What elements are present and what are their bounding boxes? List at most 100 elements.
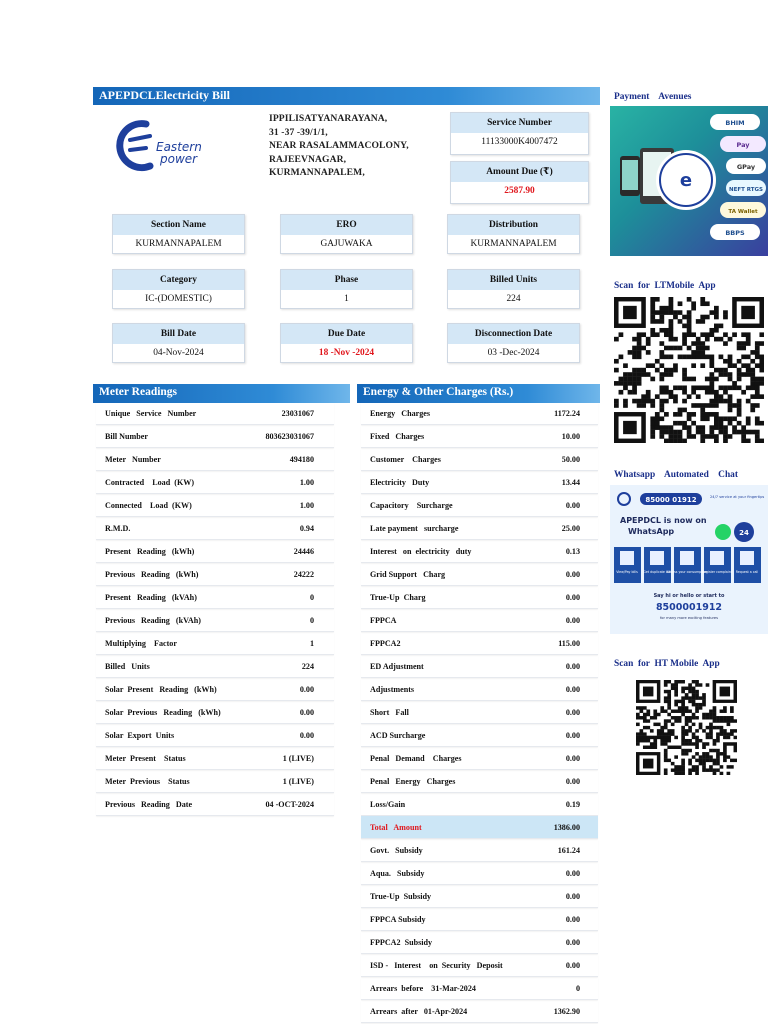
due-date-box: Due Date 18 -Nov -2024 — [280, 323, 413, 363]
wa-headline-2: WhatsApp — [628, 527, 674, 536]
meter-readings-table: Unique Service Number 23031067 Bill Number… — [96, 402, 334, 816]
table-row: Bill Number 803623031067 — [96, 425, 334, 448]
table-row: True-Up Subsidy 0.00 — [361, 885, 598, 908]
amount-due-value: 2587.90 — [504, 186, 535, 196]
table-row: Interest on electricity duty 0.13 — [361, 540, 598, 563]
table-row: Solar Previous Reading (kWh) 0.00 — [96, 701, 334, 724]
row-label: Solar Export Units — [105, 731, 175, 740]
row-label: Present Reading (kVAh) — [105, 593, 197, 602]
phase-box: Phase 1 — [280, 269, 413, 309]
row-label: Late payment surcharge — [370, 524, 459, 533]
box-value: 04-Nov-2024 — [153, 348, 204, 358]
row-label: Contracted Load (KW) — [105, 478, 195, 487]
row-label: Billed Units — [105, 662, 150, 671]
address-line: KURMANNAPALEM, — [269, 167, 365, 178]
table-row: Electricity Duty 13.44 — [361, 471, 598, 494]
row-value: 0.19 — [565, 800, 580, 809]
lt-app-label: Scan for LTMobile App — [614, 281, 716, 291]
table-row: Solar Export Units 0.00 — [96, 724, 334, 747]
whatsapp-chat-banner[interactable]: 85000 01912 24/7 service at your fingert… — [610, 485, 768, 634]
table-row: Meter Present Status 1 (LIVE) — [96, 747, 334, 770]
consumer-address: IPPILISATYANARAYANA, 31 -37 -39/1/1, NEA… — [269, 112, 444, 180]
table-row: FPPCA 0.00 — [361, 609, 598, 632]
chip-bbps: BBPS — [725, 229, 745, 237]
box-label: Section Name — [113, 215, 244, 235]
box-label: Distribution — [448, 215, 579, 235]
row-value: 115.00 — [558, 639, 580, 648]
table-row: Penal Demand Charges 0.00 — [361, 747, 598, 770]
row-label: FPPCA2 Subsidy — [370, 938, 433, 947]
address-line: RAJEEVNAGAR, — [269, 153, 347, 165]
chip-bhim: BHIM — [725, 119, 744, 127]
row-value: 0.00 — [565, 708, 580, 717]
wa-say-hi: Say hi or hello or start to — [654, 593, 725, 599]
address-line: 31 -37 -39/1/1, — [269, 126, 328, 138]
table-row: Contracted Load (KW) 1.00 — [96, 471, 334, 494]
row-label: Meter Present Status — [105, 754, 186, 763]
row-label: Capacitory Surcharge — [370, 501, 453, 510]
row-value: 0.00 — [565, 961, 580, 970]
table-row: Capacitory Surcharge 0.00 — [361, 494, 598, 517]
svg-text:e: e — [680, 170, 692, 191]
row-label: ACD Surcharge — [370, 731, 426, 740]
row-value: 24446 — [293, 547, 314, 556]
table-row: Solar Present Reading (kWh) 0.00 — [96, 678, 334, 701]
row-label: Previous Reading (kVAh) — [105, 616, 201, 625]
meter-readings-header: Meter Readings — [93, 384, 350, 403]
row-label: ISD - Interest on Security Deposit — [370, 961, 503, 970]
row-value: 0.00 — [565, 685, 580, 694]
ht-app-qr-code[interactable] — [636, 680, 738, 776]
row-label: Interest on electricity duty — [370, 547, 472, 556]
row-value: 224 — [301, 662, 314, 671]
row-label: Customer Charges — [370, 455, 441, 464]
row-value: 1 (LIVE) — [282, 754, 314, 763]
row-label: Penal Energy Charges — [370, 777, 456, 786]
row-label: Penal Demand Charges — [370, 754, 462, 763]
bill-title-bar: APEPDCLElectricity Bill — [93, 87, 600, 105]
lt-app-qr-code[interactable] — [614, 297, 765, 444]
box-label: ERO — [281, 215, 412, 235]
row-label: Solar Present Reading (kWh) — [105, 685, 217, 694]
address-line: NEAR RASALAMMACOLONY, — [269, 140, 409, 151]
table-row: Present Reading (kWh) 24446 — [96, 540, 334, 563]
row-value: 0.13 — [565, 547, 580, 556]
ht-app-label: Scan for HT Mobile App — [614, 659, 720, 669]
box-value: 224 — [506, 294, 521, 304]
row-value: 50.00 — [561, 455, 580, 464]
row-label: Total Amount — [370, 823, 422, 832]
row-label: ED Adjustment — [370, 662, 424, 671]
table-row: Previous Reading (kVAh) 0 — [96, 609, 334, 632]
table-row: Late payment surcharge 25.00 — [361, 517, 598, 540]
address-line: IPPILISATYANARAYANA, — [269, 113, 388, 124]
category-box: Category IC-(DOMESTIC) — [112, 269, 245, 309]
box-label: Phase — [281, 270, 412, 290]
row-label: Previous Reading (kWh) — [105, 570, 199, 579]
wa-phone-top: 85000 01912 — [645, 496, 696, 504]
row-value: 0.94 — [299, 524, 314, 533]
row-label: True-Up Subsidy — [370, 892, 432, 901]
row-label: FPPCA Subsidy — [370, 915, 426, 924]
row-label: Govt. Subsidy — [370, 846, 423, 855]
table-row: ISD - Interest on Security Deposit 0.00 — [361, 954, 598, 977]
row-value: 24222 — [293, 570, 314, 579]
row-value: 803623031067 — [265, 432, 314, 441]
row-value: 0 — [309, 616, 314, 625]
row-label: Short Fall — [370, 708, 409, 717]
table-row: Meter Previous Status 1 (LIVE) — [96, 770, 334, 793]
row-label: Present Reading (kWh) — [105, 547, 195, 556]
wa-footer: for many more exciting features — [660, 616, 718, 620]
chip-pay: Pay — [736, 141, 750, 149]
whatsapp-chat-label: Whatsapp Automated Chat — [614, 470, 738, 480]
box-label: Due Date — [281, 324, 412, 344]
row-value: 0.00 — [565, 754, 580, 763]
row-label: Energy Charges — [370, 409, 431, 418]
box-label: Category — [113, 270, 244, 290]
table-row: True-Up Charg 0.00 — [361, 586, 598, 609]
row-value: 0.00 — [299, 731, 314, 740]
ero-box: ERO GAJUWAKA — [280, 214, 413, 254]
row-label: Previous Reading Date — [105, 800, 193, 809]
table-row: Previous Reading (kWh) 24222 — [96, 563, 334, 586]
row-value: 1172.24 — [554, 409, 580, 418]
box-value: 18 -Nov -2024 — [318, 348, 375, 358]
table-row: Penal Energy Charges 0.00 — [361, 770, 598, 793]
